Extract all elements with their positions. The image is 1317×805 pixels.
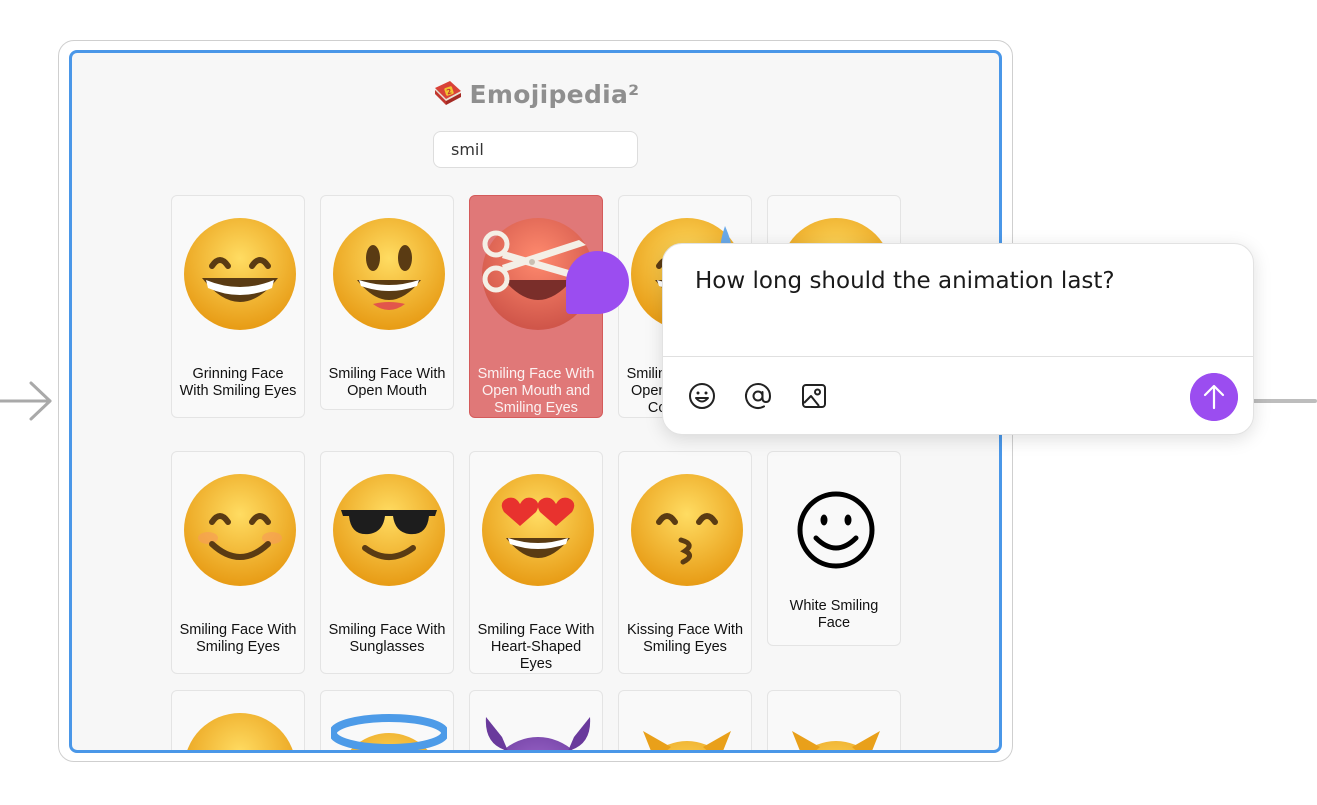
book-icon: 2 — [434, 81, 461, 105]
emoji-name: Kissing Face With Smiling Eyes — [626, 622, 744, 655]
emoji-card[interactable]: White Smiling Face — [767, 451, 901, 646]
brand-name: Emojipedia² — [469, 80, 640, 109]
emoji-card[interactable] — [320, 690, 454, 750]
smiling-face-with-halo-icon — [331, 714, 447, 750]
emoji-card[interactable]: Grinning Face With Smiling Eyes — [171, 195, 305, 418]
emoji-name: Smiling Face With Open Mouth and Smiling… — [477, 366, 595, 416]
image-icon[interactable] — [799, 381, 829, 411]
smiling-face-with-horns-icon — [485, 717, 591, 750]
emoji-card[interactable] — [171, 690, 305, 750]
collaborator-cursor — [566, 251, 629, 314]
emoji-name: Smiling Face With Open Mouth — [328, 366, 446, 399]
connector-line — [1250, 399, 1317, 403]
smiling-face-with-sunglasses-icon — [333, 474, 445, 586]
emoji-card[interactable]: Smiling Face With Open Mouth — [320, 195, 454, 410]
emoji-card[interactable] — [618, 690, 752, 750]
search-input[interactable]: smil — [433, 131, 638, 168]
smiling-face-with-open-mouth-icon — [333, 218, 445, 330]
comment-input[interactable]: How long should the animation last? — [695, 268, 1115, 294]
send-button[interactable] — [1190, 373, 1238, 421]
mention-icon[interactable] — [743, 381, 773, 411]
emoji-name: Grinning Face With Smiling Eyes — [179, 366, 297, 399]
divider — [663, 356, 1253, 357]
emoji-card[interactable]: Smiling Face With Sunglasses — [320, 451, 454, 674]
emoji-name: White Smiling Face — [789, 598, 879, 631]
emoji-card[interactable]: Kissing Face With Smiling Eyes — [618, 451, 752, 674]
emoji-name: Smiling Face With Sunglasses — [328, 622, 446, 655]
emoji-name: Smiling Face With Heart-Shaped Eyes — [477, 622, 595, 672]
emoji-card[interactable]: Smiling Face With Smiling Eyes — [171, 451, 305, 674]
emoji-card[interactable] — [767, 690, 901, 750]
smiling-face-with-smiling-eyes-icon — [184, 474, 296, 586]
grinning-face-with-smiling-eyes-icon — [184, 218, 296, 330]
emoji-card[interactable] — [469, 690, 603, 750]
grinning-cat-face-icon — [643, 731, 731, 750]
smiling-cat-face-icon — [792, 731, 880, 750]
kissing-face-with-smiling-eyes-icon — [631, 474, 743, 586]
emoji-icon[interactable] — [687, 381, 717, 411]
emoji-name: Smiling Face With Smiling Eyes — [179, 622, 297, 655]
emoji-card[interactable]: Smiling Face With Heart-Shaped Eyes — [469, 451, 603, 674]
smiling-face-with-heart-shaped-eyes-icon — [482, 474, 594, 586]
arrow-right-icon — [0, 381, 52, 421]
white-smiling-face-icon — [797, 491, 875, 569]
brand: 2 Emojipedia² — [72, 80, 999, 109]
comment-popup: How long should the animation last? — [662, 243, 1254, 435]
slightly-smiling-face-icon — [187, 713, 293, 750]
